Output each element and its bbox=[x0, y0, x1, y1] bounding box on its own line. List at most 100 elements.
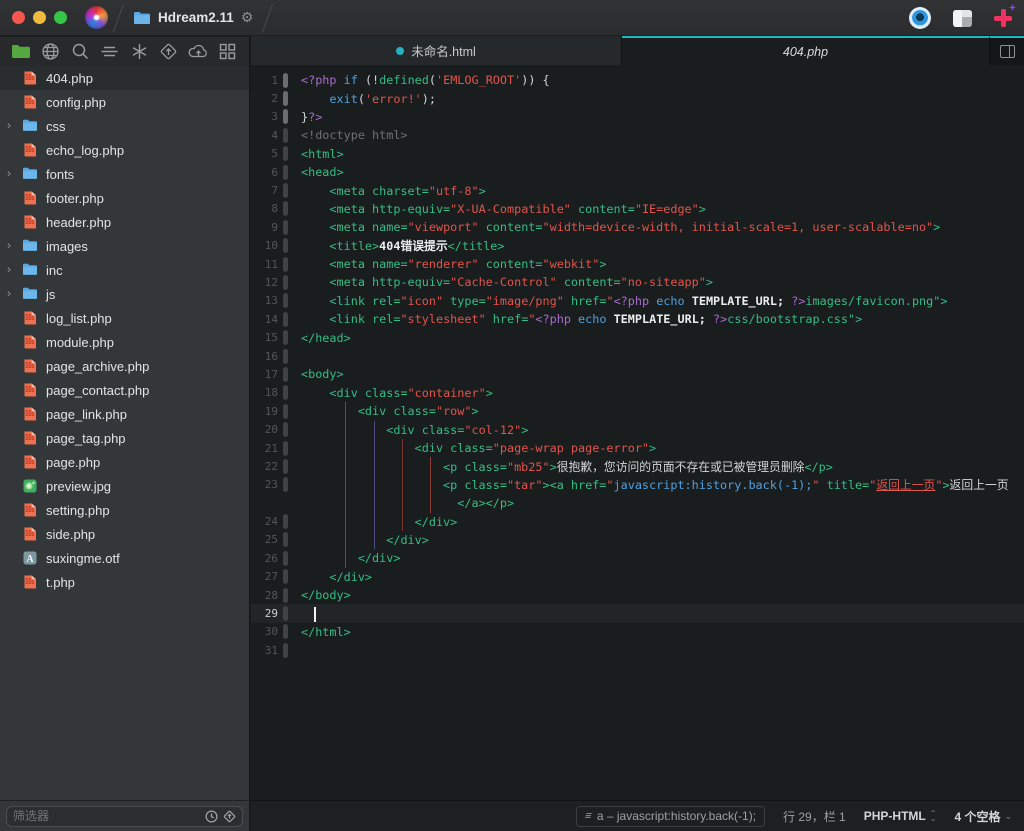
code-line-21[interactable]: 21 <div class="page-wrap page-error"> bbox=[251, 439, 1024, 457]
disclosure-chevron-icon[interactable]: › bbox=[7, 166, 11, 180]
code-line-12[interactable]: 12 <meta http-equiv="Cache-Control" cont… bbox=[251, 273, 1024, 291]
tab--html[interactable]: 未命名.html bbox=[251, 36, 622, 65]
code-line-30[interactable]: 30 </html> bbox=[251, 623, 1024, 641]
cursor-position: 行 29，栏 1 bbox=[783, 809, 846, 824]
file-item-preview-jpg[interactable]: preview.jpg bbox=[0, 474, 249, 498]
code-line-text: <meta http-equiv="Cache-Control" content… bbox=[329, 275, 713, 290]
code-line-9[interactable]: 9 <meta name="viewport" content="width=d… bbox=[251, 218, 1024, 236]
minimize-button[interactable] bbox=[33, 11, 46, 24]
code-line-4[interactable]: 4 <!doctype html> bbox=[251, 126, 1024, 144]
search-icon[interactable] bbox=[69, 42, 91, 62]
code-line-22[interactable]: 22 <p class="mb25">很抱歉，您访问的页面不存在或已被管理员删除… bbox=[251, 457, 1024, 475]
layout-panels-icon[interactable] bbox=[953, 9, 972, 27]
code-line-19[interactable]: 19 <div class="row"> bbox=[251, 402, 1024, 420]
file-item-module-php[interactable]: module.php bbox=[0, 330, 249, 354]
folder-file-icon bbox=[22, 262, 38, 278]
line-number: 6 bbox=[271, 165, 278, 179]
project-tab[interactable]: Hdream2.11 ⚙ bbox=[129, 9, 257, 26]
file-item-echo-log-php[interactable]: echo_log.php bbox=[0, 138, 249, 162]
file-item-side-php[interactable]: side.php bbox=[0, 522, 249, 546]
code-line-17[interactable]: 17 <body> bbox=[251, 365, 1024, 383]
disclosure-chevron-icon[interactable]: › bbox=[7, 238, 11, 252]
code-line-8[interactable]: 8 <meta http-equiv="X-UA-Compatible" con… bbox=[251, 200, 1024, 218]
file-item-page-contact-php[interactable]: page_contact.php bbox=[0, 378, 249, 402]
tab-404-php[interactable]: 404.php bbox=[622, 36, 990, 65]
cloud-upload-icon[interactable] bbox=[187, 42, 209, 62]
code-line-31[interactable]: 31 bbox=[251, 641, 1024, 659]
diamond-arrow-icon[interactable] bbox=[158, 42, 180, 62]
code-line-7[interactable]: 7 <meta charset="utf-8"> bbox=[251, 181, 1024, 199]
fold-handle[interactable] bbox=[283, 348, 288, 364]
code-line-18[interactable]: 18 <div class="container"> bbox=[251, 384, 1024, 402]
line-number: 8 bbox=[271, 202, 278, 216]
folder-item-js[interactable]: › js bbox=[0, 282, 249, 306]
code-line-text: <div class="container"> bbox=[329, 385, 493, 400]
code-line-14[interactable]: 14 <link rel="stylesheet" href="<?php ec… bbox=[251, 310, 1024, 328]
code-line-2[interactable]: 2 exit('error!'); bbox=[251, 89, 1024, 107]
updown-chevron-icon: ⌃ ⌄ bbox=[929, 809, 937, 823]
disclosure-chevron-icon[interactable]: › bbox=[7, 118, 11, 132]
folder-item-inc[interactable]: › inc bbox=[0, 258, 249, 282]
file-item-header-php[interactable]: header.php bbox=[0, 210, 249, 234]
code-line-23[interactable]: 23 <p class="tar"><a href="javascript:hi… bbox=[251, 476, 1024, 494]
file-item-setting-php[interactable]: setting.php bbox=[0, 498, 249, 522]
file-item-page-link-php[interactable]: page_link.php bbox=[0, 402, 249, 426]
code-line-25[interactable]: 25 </div> bbox=[251, 531, 1024, 549]
code-line-6[interactable]: 6 <head> bbox=[251, 163, 1024, 181]
file-item-log-list-php[interactable]: log_list.php bbox=[0, 306, 249, 330]
asterisk-icon[interactable] bbox=[128, 42, 150, 62]
zoom-button[interactable] bbox=[54, 11, 67, 24]
file-item-page-php[interactable]: page.php bbox=[0, 450, 249, 474]
syntax-mode-select[interactable]: PHP-HTML ⌃ ⌄ bbox=[864, 809, 937, 823]
code-line-20[interactable]: 20 <div class="col-12"> bbox=[251, 420, 1024, 438]
code-line-10[interactable]: 10 <title>404错误提示</title> bbox=[251, 237, 1024, 255]
down-chevron-icon: ⌄ bbox=[1004, 810, 1012, 821]
disclosure-chevron-icon[interactable]: › bbox=[7, 262, 11, 276]
file-item-404-php[interactable]: 404.php bbox=[0, 66, 249, 90]
split-view-button[interactable] bbox=[990, 36, 1024, 65]
code-line-wrap[interactable]: </a></p> bbox=[251, 494, 1024, 512]
code-line-27[interactable]: 27 </div> bbox=[251, 568, 1024, 586]
code-line-text: <html> bbox=[301, 146, 344, 161]
code-line-13[interactable]: 13 <link rel="icon" type="image/png" hre… bbox=[251, 292, 1024, 310]
globe-icon[interactable] bbox=[40, 42, 62, 62]
code-line-24[interactable]: 24 </div> bbox=[251, 512, 1024, 530]
title-bar: Hdream2.11 ⚙ bbox=[0, 0, 1024, 36]
preview-eye-icon[interactable] bbox=[909, 7, 931, 29]
code-line-text: <link rel="stylesheet" href="<?php echo … bbox=[329, 312, 863, 327]
file-item-t-php[interactable]: t.php bbox=[0, 570, 249, 594]
fold-handle[interactable] bbox=[283, 642, 288, 658]
folder-item-css[interactable]: › css bbox=[0, 114, 249, 138]
file-item-config-php[interactable]: config.php bbox=[0, 90, 249, 114]
code-line-29[interactable]: 29 bbox=[251, 604, 1024, 623]
lines-icon[interactable] bbox=[99, 42, 121, 62]
disclosure-chevron-icon[interactable]: › bbox=[7, 286, 11, 300]
close-button[interactable] bbox=[12, 11, 25, 24]
code-line-3[interactable]: 3}?> bbox=[251, 108, 1024, 126]
folder-file-icon bbox=[22, 286, 38, 302]
indent-setting-select[interactable]: 4 个空格 ⌄ bbox=[954, 808, 1012, 825]
breadcrumb[interactable]: ≡ a – javascript:history.back(-1); bbox=[576, 805, 766, 827]
code-line-26[interactable]: 26 </div> bbox=[251, 549, 1024, 567]
code-line-11[interactable]: 11 <meta name="renderer" content="webkit… bbox=[251, 255, 1024, 273]
folder-item-images[interactable]: › images bbox=[0, 234, 249, 258]
code-line-5[interactable]: 5 <html> bbox=[251, 145, 1024, 163]
fold-handle[interactable] bbox=[283, 606, 288, 622]
folder-icon[interactable] bbox=[10, 42, 32, 62]
filter-input[interactable] bbox=[13, 809, 200, 823]
code-line-1[interactable]: 1 <?php if (!defined('EMLOG_ROOT')) { bbox=[251, 71, 1024, 89]
xray-plus-icon[interactable] bbox=[994, 4, 1016, 27]
file-item-page-tag-php[interactable]: page_tag.php bbox=[0, 426, 249, 450]
folder-item-fonts[interactable]: › fonts bbox=[0, 162, 249, 186]
recent-clock-icon[interactable] bbox=[205, 809, 218, 823]
file-item-footer-php[interactable]: footer.php bbox=[0, 186, 249, 210]
code-line-15[interactable]: 15 </head> bbox=[251, 328, 1024, 346]
divider bbox=[262, 3, 274, 32]
code-line-28[interactable]: 28 </body> bbox=[251, 586, 1024, 604]
file-item-suxingme-otf[interactable]: Asuxingme.otf bbox=[0, 546, 249, 570]
grid-icon[interactable] bbox=[217, 42, 239, 62]
file-item-page-archive-php[interactable]: page_archive.php bbox=[0, 354, 249, 378]
project-settings-gear-icon[interactable]: ⚙ bbox=[241, 9, 254, 26]
actions-diamond-icon[interactable] bbox=[223, 810, 236, 823]
code-line-16[interactable]: 16 bbox=[251, 347, 1024, 365]
